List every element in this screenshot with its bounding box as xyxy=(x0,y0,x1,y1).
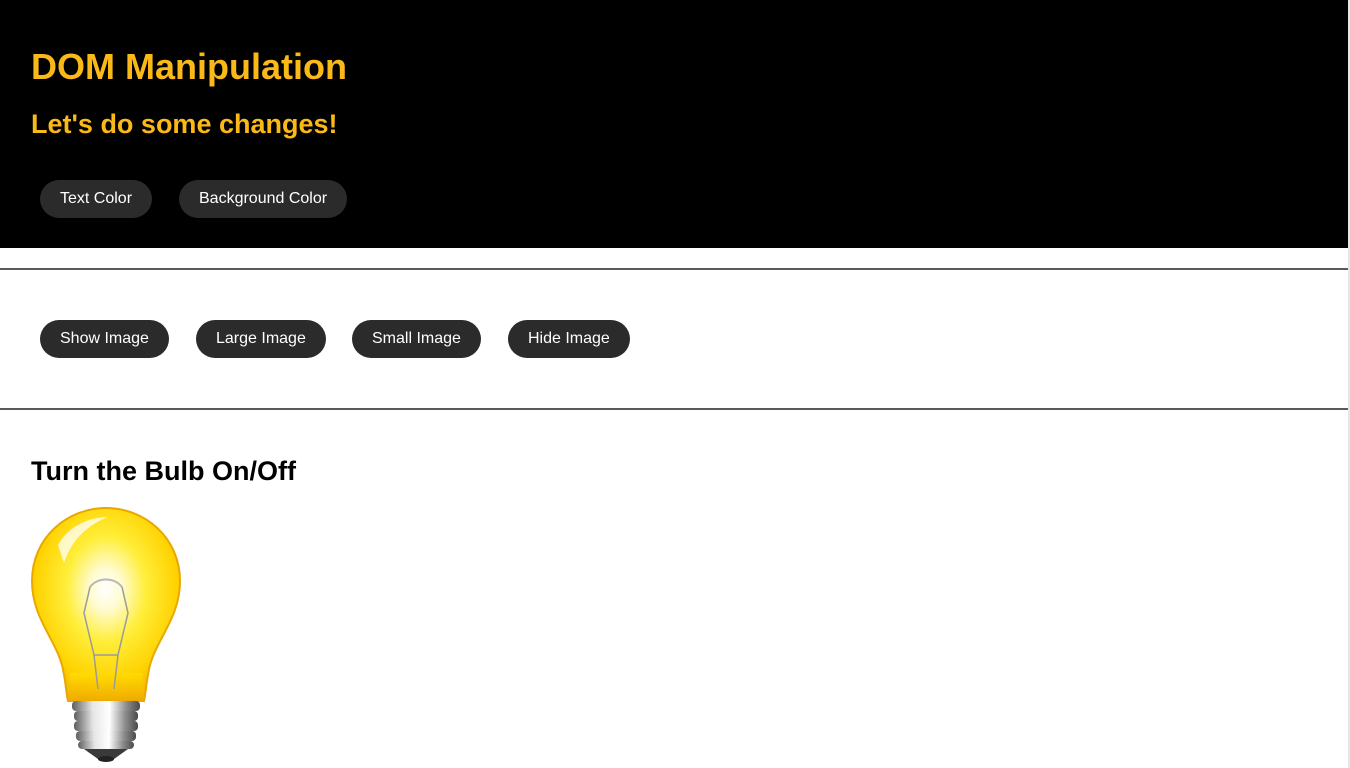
header: DOM Manipulation Let's do some changes! … xyxy=(0,0,1348,248)
show-image-button[interactable]: Show Image xyxy=(40,320,169,358)
divider-top xyxy=(0,268,1348,270)
lightbulb-icon[interactable] xyxy=(28,505,184,763)
page-subtitle: Let's do some changes! xyxy=(31,109,338,139)
text-color-button[interactable]: Text Color xyxy=(40,180,153,218)
bulb-heading: Turn the Bulb On/Off xyxy=(31,456,296,486)
background-color-button[interactable]: Background Color xyxy=(179,180,348,218)
hide-image-button[interactable]: Hide Image xyxy=(508,320,630,358)
small-image-button[interactable]: Small Image xyxy=(352,320,481,358)
page-title: DOM Manipulation xyxy=(31,46,347,87)
large-image-button[interactable]: Large Image xyxy=(196,320,326,358)
divider-bottom xyxy=(0,408,1348,410)
page: DOM Manipulation Let's do some changes! … xyxy=(0,0,1350,768)
lightbulb-graphic xyxy=(30,506,182,762)
